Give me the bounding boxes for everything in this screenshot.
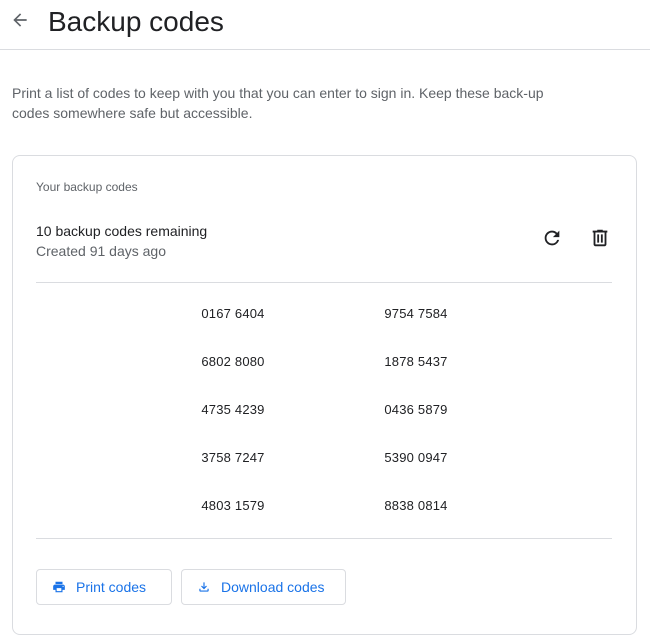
refresh-icon bbox=[541, 227, 563, 254]
backup-code: 8838 0814 bbox=[384, 498, 448, 513]
divider bbox=[36, 538, 612, 539]
backup-code: 4803 1579 bbox=[201, 498, 265, 513]
arrow-back-icon bbox=[10, 10, 30, 35]
divider bbox=[36, 282, 612, 283]
backup-code: 5390 0947 bbox=[384, 450, 448, 465]
download-icon bbox=[196, 579, 212, 595]
card-label: Your backup codes bbox=[36, 180, 138, 194]
remaining-count: 10 backup codes remaining bbox=[36, 223, 208, 239]
print-codes-label: Print codes bbox=[76, 579, 147, 595]
page-description: Print a list of codes to keep with you t… bbox=[12, 85, 544, 121]
backup-code: 1878 5437 bbox=[384, 354, 448, 369]
page-header: Backup codes bbox=[0, 0, 650, 50]
download-codes-button[interactable]: Download codes bbox=[181, 569, 346, 605]
backup-code: 9754 7584 bbox=[384, 306, 448, 321]
refresh-codes-button[interactable] bbox=[538, 226, 566, 254]
page-title: Backup codes bbox=[48, 6, 224, 37]
printer-icon bbox=[51, 579, 67, 595]
print-codes-button[interactable]: Print codes bbox=[36, 569, 172, 605]
backup-code: 6802 8080 bbox=[201, 354, 265, 369]
back-button[interactable] bbox=[6, 8, 34, 36]
backup-code: 0167 6404 bbox=[201, 306, 265, 321]
download-codes-label: Download codes bbox=[221, 579, 325, 595]
trash-icon bbox=[589, 227, 611, 254]
backup-codes-card: Your backup codes 10 backup codes remain… bbox=[12, 155, 637, 635]
delete-codes-button[interactable] bbox=[586, 226, 614, 254]
created-date: Created 91 days ago bbox=[36, 243, 166, 259]
backup-code: 0436 5879 bbox=[384, 402, 448, 417]
backup-code: 3758 7247 bbox=[201, 450, 265, 465]
backup-code: 4735 4239 bbox=[201, 402, 265, 417]
